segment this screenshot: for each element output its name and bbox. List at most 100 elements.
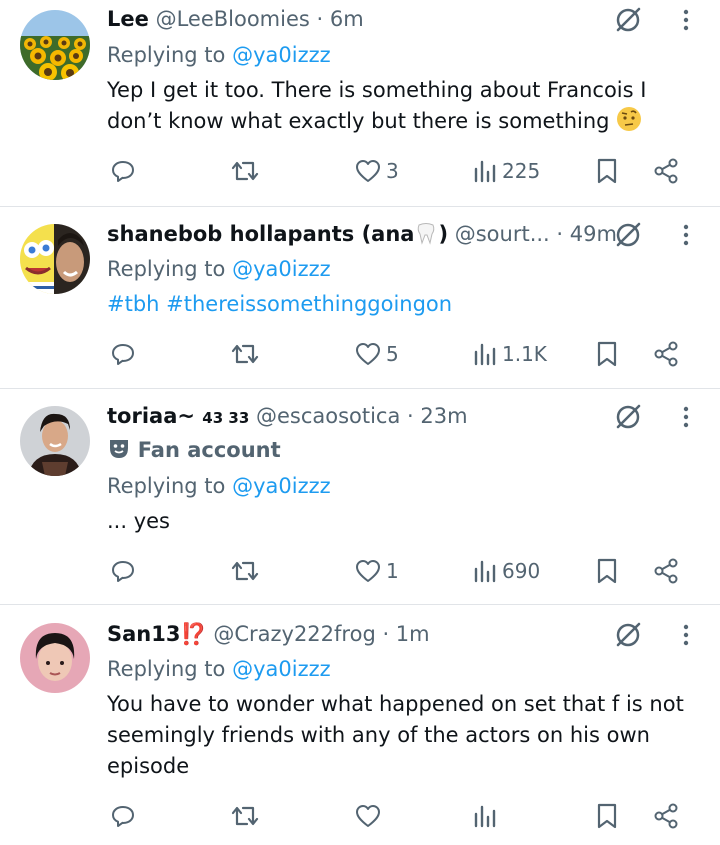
- tweet-header: San13⁉️ @Crazy222frog · 1m: [107, 619, 430, 649]
- author-name[interactable]: toriaa~ 43 33: [107, 404, 249, 428]
- more-icon[interactable]: [676, 4, 696, 36]
- share-button[interactable]: [652, 154, 680, 188]
- tweet-header: toriaa~ 43 33 @escaosotica · 23m: [107, 401, 468, 433]
- grok-icon[interactable]: [612, 219, 644, 251]
- replying-to: Replying to @ya0izzz: [107, 657, 331, 681]
- raised-eyebrow-emoji: [616, 106, 642, 140]
- share-icon: [654, 341, 678, 367]
- views-button[interactable]: 225: [472, 154, 540, 188]
- tweet-2[interactable]: shanebob hollapants (ana) @sourt... · 49…: [0, 207, 720, 388]
- bookmark-icon: [597, 341, 617, 367]
- reply-icon: [112, 561, 134, 582]
- more-icon[interactable]: [676, 619, 696, 651]
- heart-icon: [356, 160, 380, 182]
- replying-handle-link[interactable]: @ya0izzz: [232, 474, 331, 498]
- replying-to: Replying to @ya0izzz: [107, 43, 331, 67]
- views-count: 225: [502, 159, 541, 183]
- grok-icon[interactable]: [612, 4, 644, 36]
- grok-icon[interactable]: [612, 619, 644, 651]
- tooth-emoji: [414, 221, 438, 253]
- grok-icon[interactable]: [612, 401, 644, 433]
- hashtag-link[interactable]: #thereissomethinggoingon: [166, 292, 452, 316]
- retweet-button[interactable]: [230, 154, 260, 188]
- bookmark-button[interactable]: [594, 799, 620, 833]
- retweet-button[interactable]: [230, 799, 260, 833]
- tweet-text-line-2: don’t know what exactly but there is som…: [107, 106, 642, 140]
- tweet-text-line-2: seemingly friends with any of the actors…: [107, 723, 650, 747]
- heart-icon: [356, 560, 380, 582]
- bookmark-button[interactable]: [594, 154, 620, 188]
- hashtag-link[interactable]: #tbh: [107, 292, 159, 316]
- tweet-text-line-1: ... yes: [107, 509, 170, 533]
- fan-account-label: Fan account: [107, 435, 281, 469]
- bookmark-icon: [597, 158, 617, 184]
- handle-time[interactable]: @escaosotica · 23m: [256, 404, 468, 428]
- replying-to: Replying to @ya0izzz: [107, 257, 331, 281]
- tweet-1[interactable]: Lee @LeeBloomies · 6m Replying to @ya0iz…: [0, 0, 720, 206]
- handle-time[interactable]: @sourt... · 49m: [448, 222, 617, 246]
- like-button[interactable]: 3: [354, 154, 399, 188]
- avatar[interactable]: [20, 623, 90, 693]
- share-icon: [654, 158, 678, 184]
- reply-icon: [112, 344, 134, 365]
- tweet-text-line-3: episode: [107, 754, 190, 778]
- tweet-4[interactable]: San13⁉️ @Crazy222frog · 1m Replying to @…: [0, 605, 720, 845]
- retweet-icon: [231, 561, 259, 581]
- reply-button[interactable]: [109, 554, 137, 588]
- action-bar: 1 690: [0, 554, 720, 588]
- bookmark-button[interactable]: [594, 337, 620, 371]
- reply-button[interactable]: [109, 337, 137, 371]
- share-icon: [654, 558, 678, 584]
- avatar[interactable]: [20, 224, 90, 294]
- replying-to: Replying to @ya0izzz: [107, 474, 331, 498]
- views-count: 690: [502, 559, 541, 583]
- more-icon[interactable]: [676, 401, 696, 433]
- more-icon[interactable]: [676, 219, 696, 251]
- views-icon: [474, 560, 496, 583]
- share-button[interactable]: [652, 337, 680, 371]
- action-bar: 5 1.1K: [0, 337, 720, 371]
- action-bar: 3 225: [0, 154, 720, 188]
- retweet-icon: [231, 344, 259, 364]
- tweet-header: shanebob hollapants (ana) @sourt... · 49…: [107, 219, 617, 253]
- share-icon: [654, 803, 678, 829]
- retweet-button[interactable]: [230, 554, 260, 588]
- views-icon: [474, 160, 496, 183]
- avatar[interactable]: [20, 10, 90, 80]
- retweet-icon: [231, 806, 259, 826]
- retweet-icon: [231, 161, 259, 181]
- like-button[interactable]: 1: [354, 554, 399, 588]
- like-count: 5: [386, 342, 399, 366]
- bookmark-icon: [597, 803, 617, 829]
- author-name[interactable]: San13⁉️: [107, 622, 207, 646]
- replying-handle-link[interactable]: @ya0izzz: [232, 657, 331, 681]
- author-name[interactable]: Lee: [107, 7, 149, 31]
- views-button[interactable]: 1.1K: [472, 337, 547, 371]
- handle-time[interactable]: @LeeBloomies · 6m: [156, 7, 364, 31]
- like-button[interactable]: 5: [354, 337, 399, 371]
- views-icon: [474, 343, 496, 366]
- reply-button[interactable]: [109, 799, 137, 833]
- replying-handle-link[interactable]: @ya0izzz: [232, 257, 331, 281]
- hashtags: #tbh #thereissomethinggoingon: [107, 289, 452, 319]
- bookmark-icon: [597, 558, 617, 584]
- share-button[interactable]: [652, 554, 680, 588]
- views-count: 1.1K: [502, 342, 547, 366]
- bookmark-button[interactable]: [594, 554, 620, 588]
- handle-time[interactable]: @Crazy222frog · 1m: [213, 622, 429, 646]
- views-button[interactable]: [472, 799, 502, 833]
- like-button[interactable]: [354, 799, 386, 833]
- reply-button[interactable]: [109, 154, 137, 188]
- like-count: 1: [386, 559, 399, 583]
- retweet-button[interactable]: [230, 337, 260, 371]
- tweet-3[interactable]: toriaa~ 43 33 @escaosotica · 23m Fan acc…: [0, 389, 720, 604]
- avatar[interactable]: [20, 406, 90, 476]
- like-count: 3: [386, 159, 399, 183]
- reply-icon: [112, 161, 134, 182]
- views-button[interactable]: 690: [472, 554, 540, 588]
- tweet-header: Lee @LeeBloomies · 6m: [107, 4, 364, 34]
- replying-handle-link[interactable]: @ya0izzz: [232, 43, 331, 67]
- author-name[interactable]: shanebob hollapants (ana): [107, 222, 448, 246]
- reply-icon: [112, 806, 134, 827]
- share-button[interactable]: [652, 799, 680, 833]
